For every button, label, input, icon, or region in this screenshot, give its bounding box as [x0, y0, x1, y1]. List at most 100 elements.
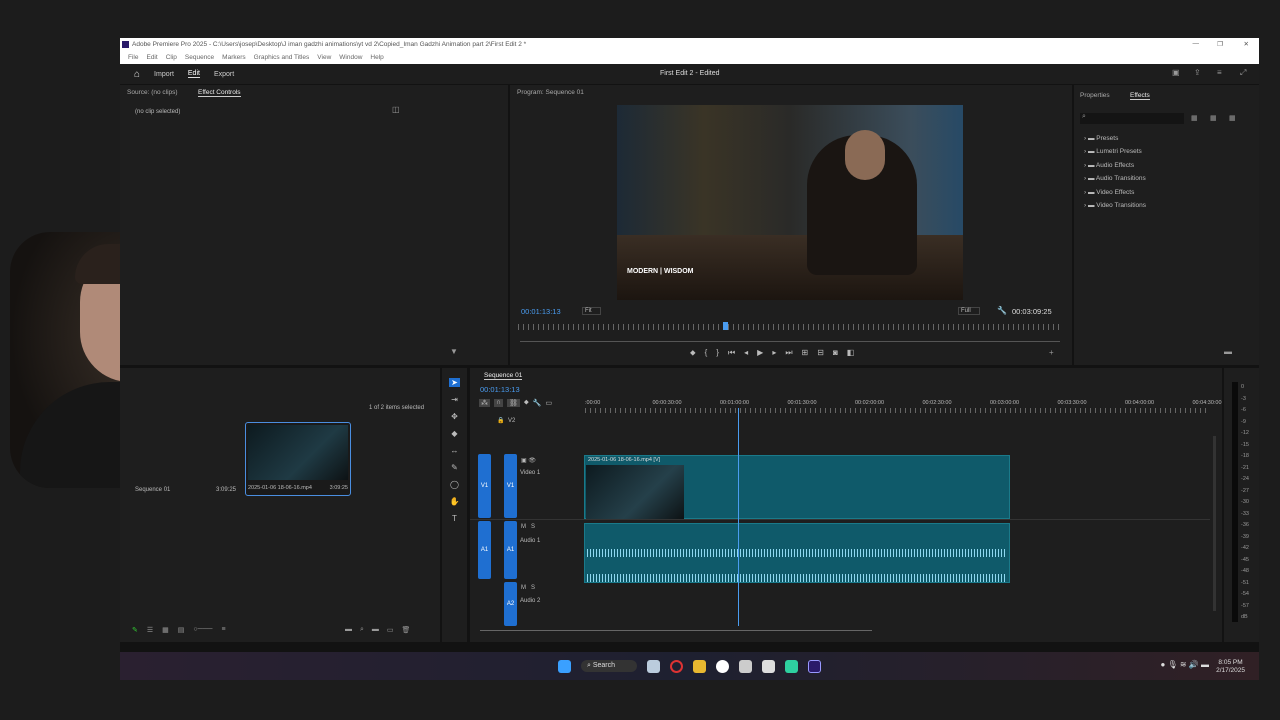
system-tray-icons[interactable]: ● 🎙 ≋ 🔊 ▬ — [1160, 660, 1209, 669]
panel-menu-icon[interactable]: ≡ — [1217, 68, 1222, 77]
a1-mute-button[interactable]: M — [521, 524, 526, 530]
snap-icon[interactable]: ∩ — [494, 399, 504, 407]
menu-file[interactable]: File — [128, 54, 138, 62]
timeline-vertical-scrollbar[interactable] — [1213, 436, 1216, 611]
v1-target[interactable]: V1 — [504, 454, 517, 518]
tab-program[interactable]: Program: Sequence 01 — [517, 89, 584, 96]
linked-selection-icon[interactable]: ⛓ — [507, 399, 520, 407]
timeline-playhead[interactable] — [738, 408, 740, 626]
add-marker-icon[interactable]: ⬥ — [524, 399, 529, 407]
compare-icon[interactable]: ◧ — [847, 348, 855, 358]
razor-tool-icon[interactable]: ◆ — [451, 429, 457, 438]
maximize-button[interactable]: ❐ — [1217, 40, 1223, 48]
effects-folder-lumetri[interactable]: › ▬ Lumetri Presets — [1084, 145, 1146, 158]
tab-effect-controls[interactable]: Effect Controls — [198, 89, 241, 97]
pen-tool-icon[interactable]: ✎ — [451, 463, 458, 472]
menu-help[interactable]: Help — [370, 54, 383, 62]
start-icon[interactable] — [557, 659, 571, 673]
list-view-icon[interactable]: ☰ — [147, 626, 153, 634]
32bit-effects-icon[interactable]: ▦ — [1210, 114, 1217, 122]
play-icon[interactable]: ▶ — [757, 348, 763, 358]
effects-folder-audio-effects[interactable]: › ▬ Audio Effects — [1084, 159, 1146, 172]
edit-tab[interactable]: Edit — [187, 70, 200, 78]
taskbar-search[interactable]: ⌕ Search — [580, 660, 638, 672]
tab-sequence[interactable]: Sequence 01 — [484, 372, 523, 380]
quality-dropdown[interactable]: Full — [958, 307, 980, 315]
add-button-icon[interactable]: + — [1049, 348, 1054, 357]
chatgpt-icon[interactable] — [785, 659, 799, 673]
effects-folder-audio-transitions[interactable]: › ▬ Audio Transitions — [1084, 172, 1146, 185]
ripple-edit-tool-icon[interactable]: ✥ — [451, 412, 458, 421]
menu-edit[interactable]: Edit — [146, 54, 157, 62]
find-icon[interactable]: ⌕ — [360, 626, 364, 634]
menu-window[interactable]: Window — [339, 54, 362, 62]
panel-toggle-icon[interactable]: ◫ — [392, 105, 400, 114]
mark-out-icon[interactable]: } — [716, 348, 719, 358]
v1-source-patch[interactable]: V1 — [478, 454, 491, 518]
yuv-effects-icon[interactable]: ▦ — [1229, 114, 1236, 122]
v1-eye-icon[interactable]: ▣ 👁 — [521, 457, 536, 464]
tab-source[interactable]: Source: (no clips) — [127, 89, 178, 96]
a1-target[interactable]: A1 — [504, 521, 517, 579]
program-playhead[interactable] — [723, 322, 729, 330]
extract-icon[interactable]: ⊟ — [817, 348, 824, 358]
timeline-settings-icon[interactable]: 🔧 — [533, 399, 542, 407]
slip-tool-icon[interactable]: ↔ — [451, 446, 459, 455]
type-tool-icon[interactable]: T — [452, 514, 457, 523]
accelerated-effects-icon[interactable]: ▦ — [1191, 114, 1198, 122]
widget-icon[interactable] — [647, 659, 661, 673]
minimize-button[interactable]: — — [1193, 40, 1200, 47]
program-time-ruler[interactable] — [518, 324, 1063, 330]
menu-sequence[interactable]: Sequence — [185, 54, 214, 62]
hand-tool-icon[interactable]: ✋ — [450, 497, 460, 506]
a1-source-patch[interactable]: A1 — [478, 521, 491, 579]
menu-view[interactable]: View — [317, 54, 331, 62]
sequence-item-name[interactable]: Sequence 01 — [135, 487, 170, 493]
premiere-taskbar-icon[interactable] — [808, 659, 822, 673]
mark-in-icon[interactable]: { — [705, 348, 708, 358]
new-item-icon[interactable]: ▭ — [387, 626, 394, 634]
program-video-frame[interactable]: MODERN | WISDOM — [617, 105, 963, 300]
import-tab[interactable]: Import — [154, 71, 174, 78]
track-select-tool-icon[interactable]: ⇥ — [451, 395, 458, 404]
video-audio-divider[interactable] — [470, 519, 1210, 520]
share-icon[interactable]: ⇪ — [1194, 68, 1201, 77]
system-clock[interactable]: 8:05 PM 2/17/2025 — [1216, 659, 1245, 675]
new-folder-icon[interactable]: ▬ — [1224, 347, 1232, 356]
add-marker-icon[interactable]: ⬥ — [690, 348, 696, 358]
fit-dropdown[interactable]: Fit — [582, 307, 601, 315]
selection-tool-icon[interactable]: ➤ — [449, 378, 460, 387]
notion-icon[interactable] — [739, 659, 753, 673]
audio-clip[interactable] — [584, 523, 1010, 583]
v2-lock-icon[interactable]: 🔒 — [497, 417, 504, 424]
filter-icon[interactable]: ▼ — [450, 347, 458, 356]
program-zoom-bar[interactable] — [520, 341, 1060, 342]
program-timecode[interactable]: 00:01:13:13 — [521, 307, 561, 316]
close-button[interactable]: ✕ — [1244, 40, 1249, 48]
timeline-timecode[interactable]: 00:01:13:13 — [480, 385, 520, 394]
lift-icon[interactable]: ⊞ — [802, 348, 809, 358]
fullscreen-icon[interactable]: ⤢ — [1240, 68, 1246, 78]
effects-folder-presets[interactable]: › ▬ Presets — [1084, 132, 1146, 145]
tab-effects[interactable]: Effects — [1130, 92, 1150, 100]
new-bin-icon[interactable]: ▬ — [372, 626, 379, 634]
a1-solo-button[interactable]: S — [531, 524, 535, 530]
effects-search-input[interactable]: ⌕ — [1080, 113, 1184, 124]
icon-view-icon[interactable]: ▦ — [162, 626, 169, 634]
a2-solo-button[interactable]: S — [531, 585, 535, 591]
menu-graphics[interactable]: Graphics and Titles — [254, 54, 310, 62]
nest-toggle-icon[interactable]: ⁂ — [479, 399, 490, 407]
menu-clip[interactable]: Clip — [166, 54, 177, 62]
write-icon[interactable]: ✎ — [132, 626, 138, 634]
home-icon[interactable]: ⌂ — [134, 69, 140, 80]
export-tab[interactable]: Export — [214, 71, 234, 78]
notion-calendar-icon[interactable] — [762, 659, 776, 673]
a2-target[interactable]: A2 — [504, 582, 517, 626]
zoom-slider[interactable]: ○─── — [193, 626, 212, 634]
chrome-icon[interactable] — [716, 659, 730, 673]
export-frame-icon[interactable]: ◙ — [833, 348, 838, 358]
effects-folder-video-effects[interactable]: › ▬ Video Effects — [1084, 186, 1146, 199]
freeform-view-icon[interactable]: ▤ — [178, 626, 185, 634]
captions-icon[interactable]: ▭ — [546, 399, 553, 407]
go-to-in-icon[interactable]: ⏮ — [728, 348, 735, 358]
